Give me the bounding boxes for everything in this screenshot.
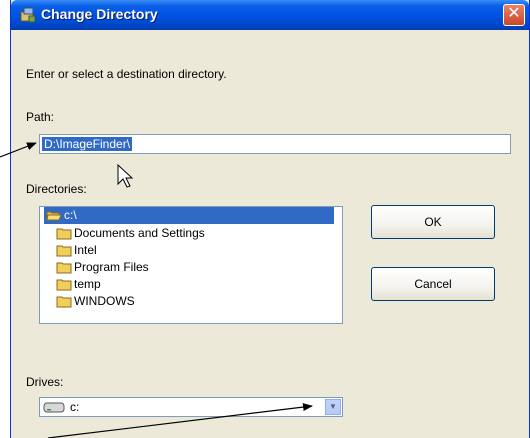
drive-select[interactable]: c: ▼ <box>39 397 343 417</box>
app-icon <box>20 7 36 23</box>
drive-icon <box>43 402 65 413</box>
chevron-down-icon: ▼ <box>329 402 337 411</box>
path-input[interactable]: D:\ImageFinder\ <box>39 134 511 154</box>
title-bar[interactable]: Change Directory ✕ <box>11 0 529 30</box>
folder-icon <box>56 228 72 240</box>
directory-name: Intel <box>74 243 97 257</box>
path-label: Path: <box>26 110 55 124</box>
close-icon: ✕ <box>507 5 521 22</box>
ok-button[interactable]: OK <box>371 205 495 239</box>
path-value: D:\ImageFinder\ <box>42 137 133 151</box>
selection-highlight <box>44 207 334 224</box>
instruction-text: Enter or select a destination directory. <box>26 67 227 81</box>
directory-name: Documents and Settings <box>74 226 205 240</box>
directories-label: Directories: <box>26 182 87 196</box>
directory-name: temp <box>74 277 101 291</box>
folder-icon <box>56 279 72 291</box>
folder-icon <box>56 245 72 257</box>
dropdown-button[interactable]: ▼ <box>325 399 341 415</box>
directory-name: Program Files <box>74 260 149 274</box>
change-directory-dialog: Change Directory ✕ Enter or select a des… <box>10 0 530 438</box>
cancel-button[interactable]: Cancel <box>371 267 495 301</box>
open-folder-icon <box>46 211 62 221</box>
directory-list[interactable]: c:\ Documents and Settings Intel Program… <box>39 206 343 324</box>
close-button[interactable]: ✕ <box>503 4 525 26</box>
folder-icon <box>56 262 72 274</box>
folder-icon <box>56 296 72 308</box>
directory-name: WINDOWS <box>74 294 135 308</box>
directory-name: c:\ <box>64 208 77 222</box>
window-title: Change Directory <box>41 6 158 22</box>
drive-value: c: <box>70 400 80 414</box>
drives-label: Drives: <box>26 375 64 389</box>
